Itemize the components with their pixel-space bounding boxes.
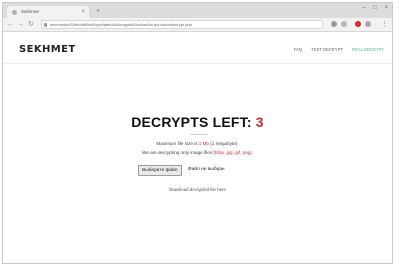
types-text: We are decrypting only image files <box>142 150 214 155</box>
reload-icon[interactable]: ↻ <box>28 20 34 30</box>
no-file-label: Файл не выбран <box>188 167 225 172</box>
shield-icon[interactable] <box>365 21 371 27</box>
site-logo[interactable]: SEKHMET <box>19 44 76 55</box>
top-nav: FAQ TEST DECRYPT REAL DECRYPT <box>286 47 384 52</box>
favicon-icon <box>12 10 17 15</box>
file-types-note: We are decrypting only image files (bmp,… <box>3 150 392 155</box>
file-input[interactable]: Выберите файл Файл не выбран <box>138 165 225 176</box>
minimize-icon[interactable]: – <box>363 5 366 11</box>
opera-icon[interactable] <box>355 21 361 27</box>
divider <box>190 134 207 135</box>
decrypts-left-count: 3 <box>255 114 264 130</box>
new-tab-button[interactable]: + <box>93 7 103 16</box>
tab-strip: Sekhmet × + – □ × <box>3 3 392 18</box>
close-window-icon[interactable]: × <box>384 5 388 11</box>
tab-title: Sekhmet <box>21 9 39 14</box>
page-title: DECRYPTS LEFT: 3 <box>3 114 392 130</box>
max-size-note: Maximum file size is 1 Mb (1 megabyte). <box>3 141 392 146</box>
types-value: (bmp, jpg, gif, png). <box>213 150 253 155</box>
extension-icon[interactable] <box>341 21 347 27</box>
browser-window: Sekhmet × + – □ × ← → ↻ sekhmetqdi7b6ndr… <box>2 2 393 264</box>
title-prefix: DECRYPTS LEFT: <box>131 114 252 130</box>
address-text: sekhmetqdi7b6ndrtlr5eb2vpe6qttel4t4clzvq… <box>50 22 192 27</box>
nav-real-decrypt[interactable]: REAL DECRYPT <box>352 47 384 52</box>
menu-icon[interactable]: ⋮ <box>381 20 388 30</box>
download-link[interactable]: Download decrypted file here <box>3 187 392 192</box>
navigation-bar: ← → ↻ sekhmetqdi7b6ndrtlr5eb2vpe6qttel4t… <box>3 18 392 32</box>
max-size-suffix: (1 megabyte). <box>208 141 239 146</box>
close-tab-icon[interactable]: × <box>81 6 85 18</box>
address-bar[interactable]: sekhmetqdi7b6ndrtlr5eb2vpe6qttel4t4clzvq… <box>41 20 323 29</box>
choose-file-button[interactable]: Выберите файл <box>138 165 182 176</box>
forward-icon[interactable]: → <box>17 20 24 30</box>
max-size-value: 1 Mb <box>198 141 209 146</box>
maximize-icon[interactable]: □ <box>373 5 377 11</box>
nav-faq[interactable]: FAQ <box>294 47 302 52</box>
main-content: DECRYPTS LEFT: 3 Maximum file size is 1 … <box>3 64 392 264</box>
lock-icon <box>44 23 47 27</box>
browser-tab[interactable]: Sekhmet × <box>7 6 89 18</box>
nav-test-decrypt[interactable]: TEST DECRYPT <box>311 47 343 52</box>
max-size-text: Maximum file size is <box>156 141 199 146</box>
bookmark-star-icon[interactable] <box>331 21 337 27</box>
back-icon[interactable]: ← <box>7 20 14 30</box>
site-header: SEKHMET FAQ TEST DECRYPT REAL DECRYPT <box>3 32 392 64</box>
